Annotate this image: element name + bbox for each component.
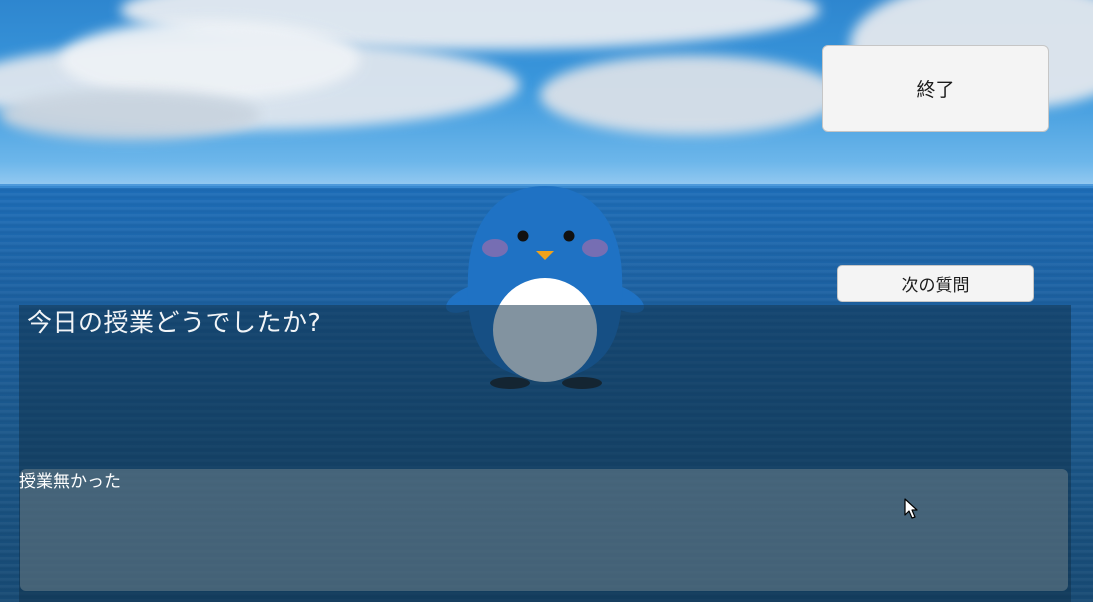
question-text: 今日の授業どうでしたか? <box>27 308 322 337</box>
next-question-button[interactable]: 次の質問 <box>837 265 1034 302</box>
mouse-cursor-icon <box>904 498 918 519</box>
cloud <box>0 90 260 140</box>
cloud <box>540 55 840 135</box>
answer-input[interactable] <box>20 469 1068 591</box>
cloud <box>60 20 360 100</box>
answer-text: 授業無かった <box>19 472 121 492</box>
end-button[interactable]: 終了 <box>822 45 1049 132</box>
